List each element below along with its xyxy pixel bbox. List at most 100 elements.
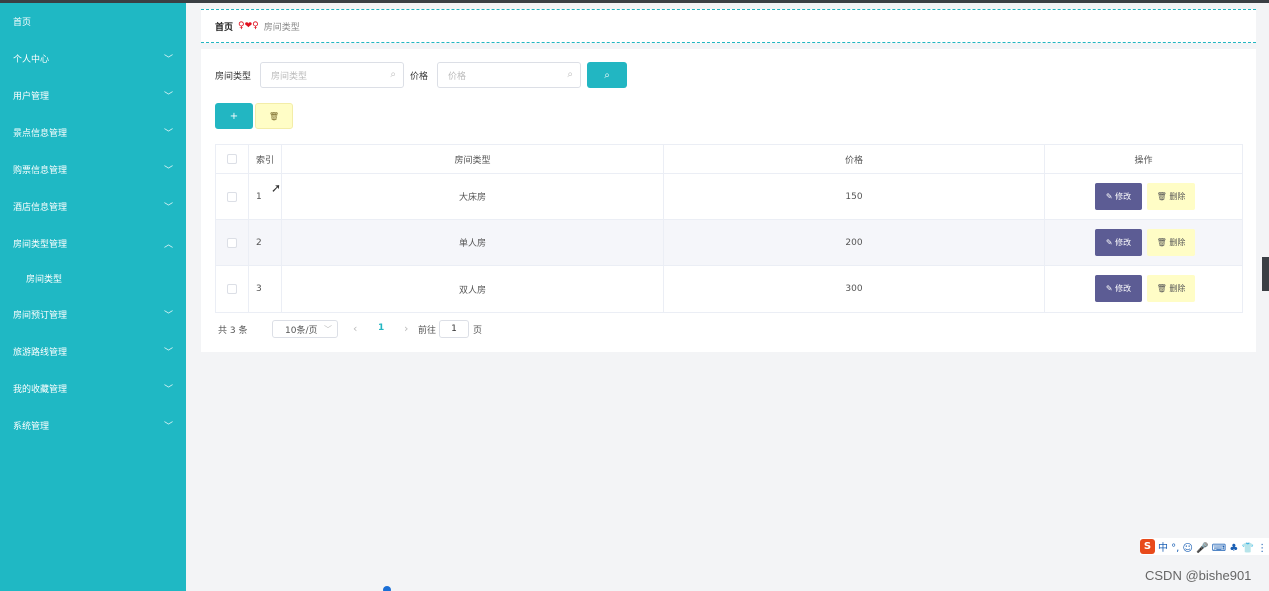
header-actions: 操作 [1134, 155, 1153, 166]
next-page-button[interactable]: › [404, 322, 408, 335]
row-select-cell [216, 174, 249, 219]
ime-logo-icon: S [1140, 539, 1155, 554]
table-header-row: 索引 房间类型 价格 操作 [216, 145, 1242, 174]
prev-page-button[interactable]: ‹ [353, 322, 357, 335]
room-type-search-label: 房间类型 [215, 72, 252, 82]
sidebar-item-label: 我的收藏管理 [13, 385, 68, 395]
mouse-cursor-icon: ➚ [271, 181, 282, 195]
search-icon: ⌕ [390, 69, 396, 80]
table-row: 3 双人房 300 ✎ 修改 🗑 删除 [216, 266, 1242, 312]
sidebar-item-label: 房间预订管理 [13, 311, 68, 321]
cell-room-type: 双人房 [282, 266, 664, 312]
pagination: 共 3 条 10条/页 ﹀ ‹ 1 › 前往 1 页 [218, 320, 518, 338]
breadcrumb-current: 房间类型 [263, 22, 300, 33]
chevron-down-icon: ﹀ [163, 203, 173, 213]
input-placeholder: 房间类型 [271, 71, 308, 82]
cell-room-type: 单人房 [282, 220, 664, 265]
scrollbar-thumb[interactable] [1262, 257, 1269, 291]
delete-button[interactable]: 🗑 删除 [1147, 183, 1195, 210]
price-search-label: 价格 [410, 72, 429, 82]
row-select-cell [216, 266, 249, 312]
page-size-value: 10条/页 [285, 325, 318, 336]
row-select-cell [216, 220, 249, 265]
sidebar-item-booking-management[interactable]: 房间预订管理 ﹀ [0, 296, 186, 333]
edit-button[interactable]: ✎ 修改 [1095, 275, 1142, 302]
edit-button[interactable]: ✎ 修改 [1095, 229, 1142, 256]
cell-actions: ✎ 修改 🗑 删除 [1045, 174, 1242, 219]
sidebar-item-label: 个人中心 [13, 55, 50, 65]
sidebar-item-label: 系统管理 [13, 422, 50, 432]
sidebar-item-hotel-management[interactable]: 酒店信息管理 ﹀ [0, 188, 186, 225]
sidebar-item-label: 房间类型 [26, 275, 63, 285]
search-icon: ⌕ [604, 69, 610, 81]
select-all-checkbox[interactable] [227, 154, 237, 164]
main-content: 首页 ♀❤♀ 房间类型 房间类型 房间类型 ⌕ 价格 价格 ⌕ ⌕ + 🗑 索引… [186, 3, 1269, 591]
room-type-search-input[interactable]: 房间类型 ⌕ [260, 62, 404, 88]
cell-price: 150 [664, 174, 1045, 219]
sidebar-item-label: 酒店信息管理 [13, 203, 68, 213]
table-row: 2 单人房 200 ✎ 修改 🗑 删除 [216, 220, 1242, 266]
chevron-down-icon: ﹀ [163, 129, 173, 139]
sidebar-item-label: 购票信息管理 [13, 166, 68, 176]
breadcrumb-home[interactable]: 首页 [215, 20, 233, 33]
ime-toolbar[interactable]: S 中 °, ☺ 🎤 ⌨ ♣ 👕 ⋮ [1140, 538, 1269, 555]
page-suffix-label: 页 [473, 326, 483, 336]
sidebar-item-user-management[interactable]: 用户管理 ﹀ [0, 77, 186, 114]
breadcrumb-separator: ♀❤♀ [238, 21, 259, 31]
sidebar-item-room-type-management[interactable]: 房间类型管理 ︿ [0, 225, 186, 262]
sidebar-subitem-room-type[interactable]: 房间类型 [0, 260, 186, 297]
chevron-up-icon: ︿ [163, 240, 173, 250]
content-panel: 房间类型 房间类型 ⌕ 价格 价格 ⌕ ⌕ + 🗑 索引 房间类型 价格 操作 [201, 49, 1256, 352]
sidebar-item-home[interactable]: 首页 [0, 3, 186, 40]
chevron-down-icon: ﹀ [163, 92, 173, 102]
search-button[interactable]: ⌕ [587, 62, 627, 88]
row-checkbox[interactable] [227, 237, 237, 248]
sidebar-item-label: 房间类型管理 [13, 240, 68, 250]
pagination-total: 共 3 条 [218, 326, 248, 336]
row-checkbox[interactable] [227, 284, 237, 294]
sidebar-item-system-management[interactable]: 系统管理 ﹀ [0, 407, 186, 444]
sidebar-item-label: 首页 [13, 18, 32, 28]
goto-label: 前往 [418, 326, 437, 336]
delete-button[interactable]: 🗑 删除 [1147, 275, 1195, 302]
price-search-input[interactable]: 价格 ⌕ [437, 62, 581, 88]
breadcrumb: 首页 ♀❤♀ 房间类型 [201, 9, 1256, 43]
cell-index: 2 [249, 220, 282, 265]
sidebar: 首页 个人中心 ﹀ 用户管理 ﹀ 景点信息管理 ﹀ 购票信息管理 ﹀ 酒店信息管… [0, 3, 186, 591]
header-price: 价格 [664, 145, 1045, 173]
goto-page-input[interactable]: 1 [439, 320, 469, 338]
header-index: 索引 [249, 145, 282, 173]
plus-icon: + [229, 110, 239, 122]
cell-price: 300 [664, 266, 1045, 312]
page-size-select[interactable]: 10条/页 ﹀ [272, 320, 338, 338]
chevron-down-icon: ﹀ [163, 385, 173, 395]
sidebar-item-scenic-management[interactable]: 景点信息管理 ﹀ [0, 114, 186, 151]
sidebar-item-ticket-management[interactable]: 购票信息管理 ﹀ [0, 151, 186, 188]
batch-delete-button[interactable]: 🗑 [255, 103, 293, 129]
input-placeholder: 价格 [448, 71, 467, 82]
sidebar-item-route-management[interactable]: 旅游路线管理 ﹀ [0, 333, 186, 370]
chevron-down-icon: ﹀ [163, 422, 173, 432]
cell-index: 3 [249, 266, 282, 312]
edit-button[interactable]: ✎ 修改 [1095, 183, 1142, 210]
delete-button[interactable]: 🗑 删除 [1147, 229, 1195, 256]
watermark: CSDN @bishe901 [1145, 568, 1252, 583]
add-button[interactable]: + [215, 103, 253, 129]
trash-icon: 🗑 [268, 111, 280, 121]
row-checkbox[interactable] [227, 191, 237, 202]
chevron-down-icon: ﹀ [163, 311, 173, 321]
page-number-current[interactable]: 1 [378, 323, 384, 333]
ime-status-icons: 中 °, ☺ 🎤 ⌨ ♣ 👕 ⋮ [1158, 543, 1268, 554]
select-all-cell [216, 145, 249, 173]
sidebar-item-favorites-management[interactable]: 我的收藏管理 ﹀ [0, 370, 186, 407]
room-type-table: 索引 房间类型 价格 操作 1 大床房 150 ✎ 修改 🗑 删除 2 单人房 … [215, 144, 1243, 313]
sidebar-item-personal-center[interactable]: 个人中心 ﹀ [0, 40, 186, 77]
cell-price: 200 [664, 220, 1045, 265]
cell-room-type: 大床房 [282, 174, 664, 219]
sidebar-item-label: 景点信息管理 [13, 129, 68, 139]
chevron-down-icon: ﹀ [163, 55, 173, 65]
search-icon: ⌕ [567, 69, 573, 80]
cell-actions: ✎ 修改 🗑 删除 [1045, 220, 1242, 265]
taskbar-dot-icon [383, 586, 391, 591]
sidebar-item-label: 旅游路线管理 [13, 348, 68, 358]
